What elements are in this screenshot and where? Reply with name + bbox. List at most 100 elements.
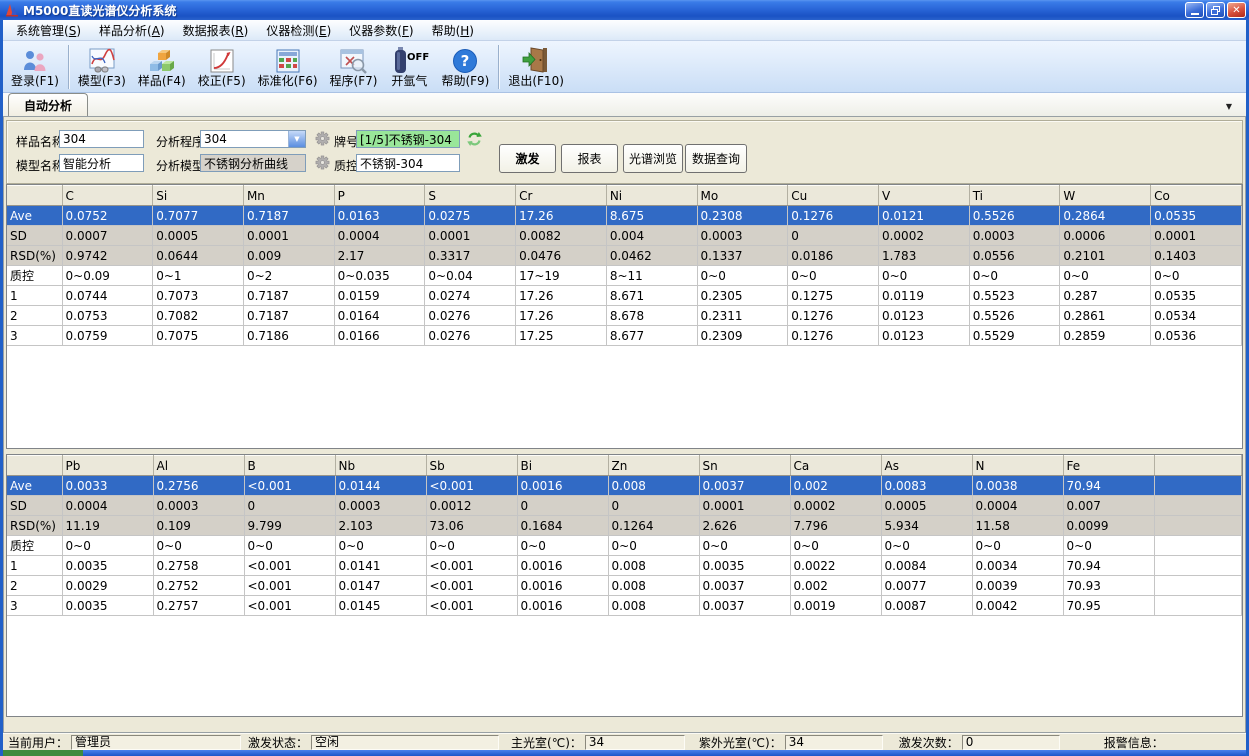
cell[interactable]: <0.001 bbox=[244, 596, 335, 616]
cell[interactable]: 8~11 bbox=[606, 266, 697, 286]
cell[interactable]: 0.2859 bbox=[1060, 326, 1151, 346]
cell[interactable]: 0.5529 bbox=[969, 326, 1060, 346]
data-query-button[interactable]: 数据查询 bbox=[685, 144, 747, 173]
cell[interactable]: 0.0003 bbox=[697, 226, 788, 246]
cell[interactable]: 0.0016 bbox=[517, 596, 608, 616]
cell[interactable]: 0.0119 bbox=[878, 286, 969, 306]
model-name-input[interactable] bbox=[59, 154, 144, 172]
menu-item[interactable]: 系统管理(S) bbox=[7, 20, 90, 41]
cell[interactable]: 0.109 bbox=[153, 516, 244, 536]
cell[interactable]: 0.0004 bbox=[62, 496, 153, 516]
toolbar-button-model[interactable]: 模型(F3) bbox=[72, 40, 132, 91]
cell[interactable]: 0.0163 bbox=[334, 206, 425, 226]
cell[interactable]: 0.0016 bbox=[517, 576, 608, 596]
cell[interactable]: 1.783 bbox=[878, 246, 969, 266]
table-row[interactable]: 10.00350.2758<0.0010.0141<0.0010.00160.0… bbox=[7, 556, 1242, 576]
cell[interactable]: 0.0476 bbox=[516, 246, 607, 266]
cell[interactable]: 0~0 bbox=[790, 536, 881, 556]
toolbar-button-help[interactable]: ?帮助(F9) bbox=[435, 40, 495, 91]
cell[interactable]: 0.1264 bbox=[608, 516, 699, 536]
tab-auto-analysis[interactable]: 自动分析 bbox=[8, 93, 88, 117]
cell[interactable]: 0~0 bbox=[153, 536, 244, 556]
table-row[interactable]: SD0.00040.000300.00030.0012000.00010.000… bbox=[7, 496, 1242, 516]
sample-name-input[interactable] bbox=[59, 130, 144, 148]
cell[interactable]: 0.1275 bbox=[788, 286, 879, 306]
cell[interactable]: 0.287 bbox=[1060, 286, 1151, 306]
table-row[interactable]: SD0.00070.00050.00010.00040.00010.00820.… bbox=[7, 226, 1242, 246]
cell[interactable]: 0.0462 bbox=[606, 246, 697, 266]
brand-field[interactable] bbox=[356, 130, 460, 148]
cell[interactable]: 0.0005 bbox=[153, 226, 244, 246]
cell[interactable]: 0~0 bbox=[881, 536, 972, 556]
menu-item[interactable]: 样品分析(A) bbox=[90, 20, 174, 41]
cell[interactable]: 0.008 bbox=[608, 476, 699, 496]
cell[interactable]: 0.0082 bbox=[516, 226, 607, 246]
cell[interactable]: 70.93 bbox=[1063, 576, 1154, 596]
cell[interactable]: <0.001 bbox=[426, 596, 517, 616]
cell[interactable]: 0.2756 bbox=[153, 476, 244, 496]
cell[interactable]: 0~0.09 bbox=[62, 266, 153, 286]
cell[interactable]: 0.0752 bbox=[62, 206, 153, 226]
cell[interactable]: 0.0037 bbox=[699, 576, 790, 596]
minimize-button[interactable] bbox=[1185, 2, 1204, 18]
cell[interactable]: 0~0.04 bbox=[425, 266, 516, 286]
cell[interactable]: 0 bbox=[244, 496, 335, 516]
cell[interactable]: 0.0535 bbox=[1151, 206, 1242, 226]
table-row[interactable]: 30.00350.2757<0.0010.0145<0.0010.00160.0… bbox=[7, 596, 1242, 616]
cell[interactable]: 0.5526 bbox=[969, 206, 1060, 226]
cell[interactable]: 8.678 bbox=[606, 306, 697, 326]
cell[interactable]: 0.7075 bbox=[153, 326, 244, 346]
cell[interactable]: 0.1684 bbox=[517, 516, 608, 536]
cell[interactable]: 0.2305 bbox=[697, 286, 788, 306]
cell[interactable]: 0.0004 bbox=[334, 226, 425, 246]
cell[interactable]: 11.58 bbox=[972, 516, 1063, 536]
cell[interactable]: 0.0099 bbox=[1063, 516, 1154, 536]
cell[interactable]: 0.7186 bbox=[243, 326, 334, 346]
toolbar-button-standardize[interactable]: 标准化(F6) bbox=[252, 40, 324, 91]
cell[interactable]: 0.008 bbox=[608, 596, 699, 616]
cell[interactable]: 0~0 bbox=[335, 536, 426, 556]
menu-item[interactable]: 数据报表(R) bbox=[174, 20, 258, 41]
table-row[interactable]: Ave0.07520.70770.71870.01630.027517.268.… bbox=[7, 206, 1242, 226]
cell[interactable]: 0~0 bbox=[788, 266, 879, 286]
cell[interactable]: 0.0159 bbox=[334, 286, 425, 306]
cell[interactable]: 0.002 bbox=[790, 576, 881, 596]
cell[interactable]: 0.0038 bbox=[972, 476, 1063, 496]
cell[interactable]: 0~0 bbox=[608, 536, 699, 556]
cell[interactable]: 0.0001 bbox=[699, 496, 790, 516]
cell[interactable]: 0.1337 bbox=[697, 246, 788, 266]
cell[interactable]: 0.0016 bbox=[517, 556, 608, 576]
cell[interactable]: 0.0084 bbox=[881, 556, 972, 576]
cell[interactable]: 0.0035 bbox=[62, 596, 153, 616]
maximize-button[interactable] bbox=[1206, 2, 1225, 18]
cell[interactable]: 0.0534 bbox=[1151, 306, 1242, 326]
cell[interactable]: 73.06 bbox=[426, 516, 517, 536]
cell[interactable]: 0~0 bbox=[62, 536, 153, 556]
cell[interactable]: 0.0002 bbox=[878, 226, 969, 246]
cell[interactable]: 0~0 bbox=[1063, 536, 1154, 556]
cell[interactable]: 70.94 bbox=[1063, 476, 1154, 496]
cell[interactable]: 17~19 bbox=[516, 266, 607, 286]
cell[interactable]: <0.001 bbox=[244, 476, 335, 496]
cell[interactable]: 0.0077 bbox=[881, 576, 972, 596]
refresh-brand-icon[interactable] bbox=[466, 131, 483, 147]
cell[interactable]: 0.0001 bbox=[425, 226, 516, 246]
cell[interactable]: 0.0276 bbox=[425, 326, 516, 346]
table-row[interactable]: Ave0.00330.2756<0.0010.0144<0.0010.00160… bbox=[7, 476, 1242, 496]
qc-gear-icon[interactable] bbox=[315, 155, 330, 170]
cell[interactable]: 0.0003 bbox=[969, 226, 1060, 246]
cell[interactable]: 0.0141 bbox=[335, 556, 426, 576]
cell[interactable]: 0.0145 bbox=[335, 596, 426, 616]
cell[interactable]: 0.0644 bbox=[153, 246, 244, 266]
cell[interactable]: 17.26 bbox=[516, 306, 607, 326]
cell[interactable]: 2.626 bbox=[699, 516, 790, 536]
brand-gear-icon[interactable] bbox=[315, 131, 330, 146]
cell[interactable]: 0.0556 bbox=[969, 246, 1060, 266]
cell[interactable]: 0 bbox=[608, 496, 699, 516]
cell[interactable]: 0.004 bbox=[606, 226, 697, 246]
table-row[interactable]: RSD(%)11.190.1099.7992.10373.060.16840.1… bbox=[7, 516, 1242, 536]
cell[interactable]: 0~0 bbox=[969, 266, 1060, 286]
cell[interactable]: 0.0003 bbox=[153, 496, 244, 516]
cell[interactable]: <0.001 bbox=[426, 476, 517, 496]
cell[interactable]: 0.0037 bbox=[699, 596, 790, 616]
